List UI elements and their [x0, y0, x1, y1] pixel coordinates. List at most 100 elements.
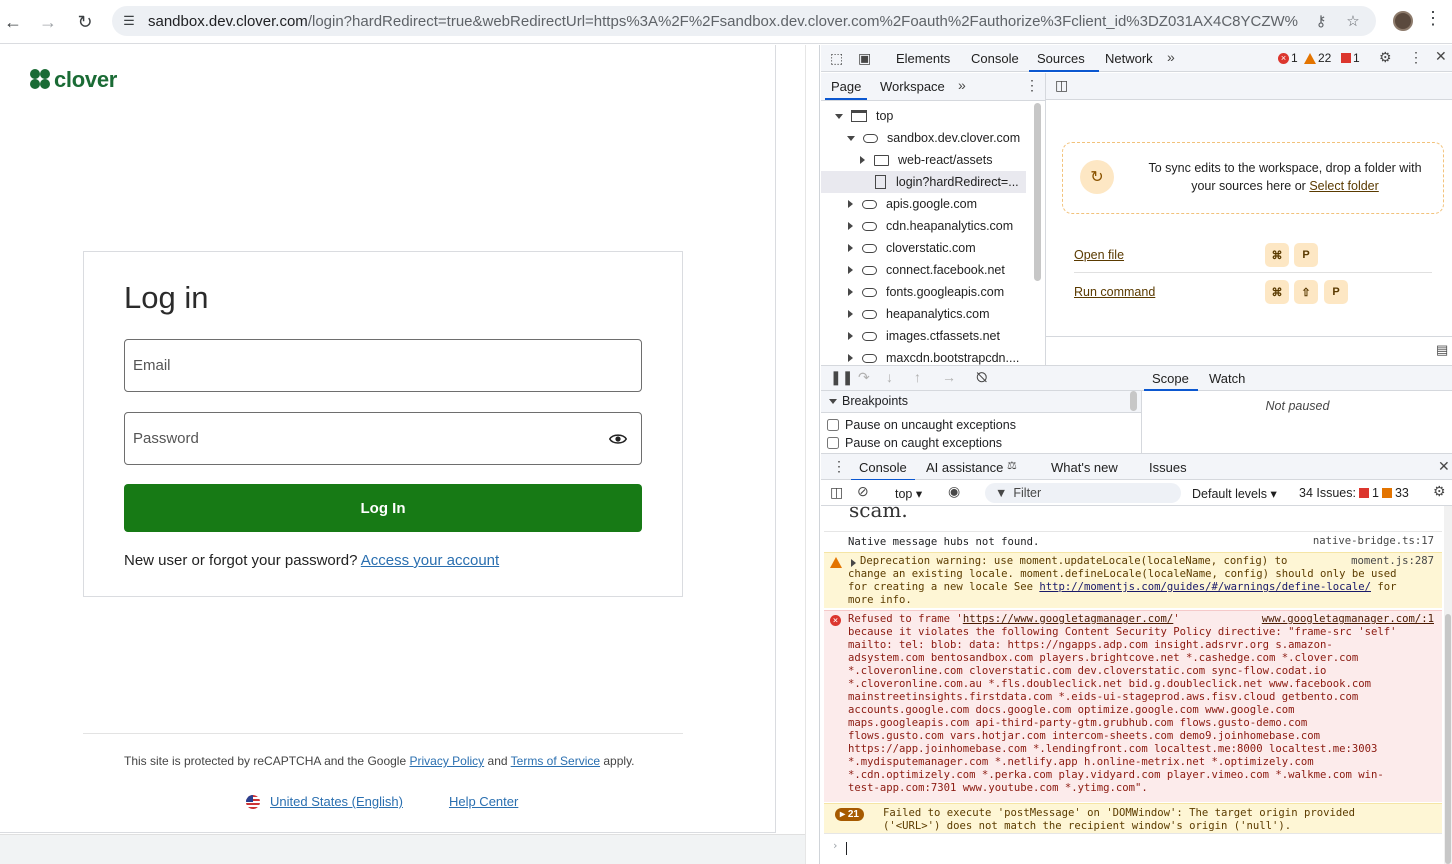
issue-warning-flag-icon — [1381, 488, 1392, 498]
site-settings-icon[interactable]: ☰ — [116, 8, 142, 34]
locale-link[interactable]: United States (English) — [270, 794, 403, 809]
gtm-link[interactable]: https://www.googletagmanager.com/ — [963, 613, 1173, 625]
address-bar[interactable]: ☰ sandbox.dev.clover.com/login?hardRedir… — [112, 6, 1376, 36]
scope-pane: Not paused — [1141, 391, 1452, 453]
issues-badge[interactable]: 1 — [1341, 51, 1360, 65]
tab-scope[interactable]: Scope — [1152, 371, 1189, 386]
drawer-tab-whats-new[interactable]: What's new — [1051, 460, 1118, 475]
context-selector[interactable]: top ▾ — [895, 486, 922, 501]
close-devtools-icon[interactable]: ✕ — [1435, 48, 1447, 65]
console-settings-gear-icon[interactable]: ⚙ — [1433, 483, 1446, 500]
tree-item-host[interactable]: fonts.googleapis.com — [821, 281, 1026, 303]
devtools-menu-icon[interactable]: ⋮ — [1409, 49, 1423, 66]
forward-arrow-icon[interactable]: → — [33, 7, 63, 37]
terms-of-service-link[interactable]: Terms of Service — [511, 754, 600, 768]
drawer-tab-ai-assistance[interactable]: AI assistance — [926, 460, 1003, 475]
login-button[interactable]: Log In — [124, 484, 642, 532]
expand-arrow-icon[interactable] — [851, 559, 856, 567]
console-filter[interactable]: ▼ Filter — [985, 483, 1181, 503]
url-text[interactable]: sandbox.dev.clover.com/login?hardRedirec… — [148, 13, 1298, 30]
drawer-menu-icon[interactable]: ⋮ — [832, 458, 846, 475]
pause-caught-checkbox[interactable] — [827, 437, 839, 449]
more-tabs-chevron-icon[interactable]: » — [1167, 49, 1175, 65]
console-scrollbar-thumb[interactable] — [1445, 614, 1451, 864]
tree-item-host[interactable]: apis.google.com — [821, 193, 1026, 215]
step-into-icon[interactable]: ↓ — [886, 369, 893, 385]
error-text: *.cdn.optimizely.com *.perka.com play.vi… — [848, 769, 1384, 781]
reload-icon[interactable]: ↻ — [70, 7, 100, 37]
log-levels-dropdown[interactable]: Default levels ▾ — [1192, 486, 1277, 501]
back-arrow-icon[interactable]: ← — [0, 7, 28, 37]
tab-sources[interactable]: Sources — [1037, 51, 1085, 66]
privacy-policy-link[interactable]: Privacy Policy — [409, 754, 484, 768]
issues-counter[interactable]: 34 Issues: 1 33 — [1299, 486, 1409, 500]
help-center-link[interactable]: Help Center — [449, 794, 518, 809]
run-command-link[interactable]: Run command — [1074, 285, 1155, 299]
tree-item-folder[interactable]: web-react/assets — [821, 149, 1026, 171]
tree-item-host[interactable]: images.ctfassets.net — [821, 325, 1026, 347]
drawer-tab-console[interactable]: Console — [859, 460, 907, 475]
settings-gear-icon[interactable]: ⚙ — [1379, 49, 1392, 66]
step-out-icon[interactable]: ↑ — [914, 369, 921, 385]
email-input[interactable] — [125, 340, 585, 391]
kebab-menu-icon[interactable]: ⋮ — [1424, 8, 1442, 29]
breakpoints-header[interactable]: Breakpoints — [821, 391, 1141, 413]
pause-uncaught-row: Pause on uncaught exceptions — [827, 416, 1016, 434]
tree-item-file[interactable]: login?hardRedirect=... — [821, 171, 1026, 193]
inspect-element-icon[interactable]: ⬚ — [830, 50, 843, 67]
access-account-link[interactable]: Access your account — [361, 552, 499, 569]
key-icon[interactable]: ⚷ — [1311, 11, 1331, 31]
more-navigator-tabs-icon[interactable]: » — [958, 77, 966, 93]
tab-console[interactable]: Console — [971, 51, 1019, 66]
step-over-icon[interactable]: ↷ — [858, 369, 870, 386]
show-password-eye-icon[interactable] — [609, 430, 627, 448]
tree-item-host[interactable]: connect.facebook.net — [821, 259, 1026, 281]
step-icon[interactable]: → — [942, 369, 956, 385]
warning-text: Failed to execute 'postMessage' on 'DOMW… — [883, 807, 1355, 819]
sync-instructions: To sync edits to the workspace, drop a f… — [1135, 159, 1435, 195]
error-badge[interactable]: × 1 — [1278, 51, 1298, 65]
tree-item-top[interactable]: top — [821, 105, 1026, 127]
clear-console-icon[interactable]: ⊘ — [857, 483, 869, 500]
toggle-drawer-icon[interactable]: ▤ — [1436, 342, 1448, 358]
profile-avatar[interactable] — [1393, 11, 1413, 31]
warning-badge[interactable]: 22 — [1304, 51, 1331, 65]
password-input[interactable] — [125, 413, 585, 464]
tree-item-label: web-react/assets — [898, 153, 993, 167]
expand-arrow-icon — [829, 399, 837, 404]
tree-item-host[interactable]: heapanalytics.com — [821, 303, 1026, 325]
tree-item-host[interactable]: cloverstatic.com — [821, 237, 1026, 259]
breakpoints-scrollbar[interactable] — [1130, 391, 1137, 411]
tree-item-host[interactable]: cdn.heapanalytics.com — [821, 215, 1026, 237]
console-sidebar-icon[interactable]: ◫ — [830, 484, 843, 501]
navigator-menu-icon[interactable]: ⋮ — [1025, 77, 1039, 94]
devtools-splitter[interactable] — [805, 45, 820, 864]
log-source-link[interactable]: native-bridge.ts:17 — [1313, 535, 1434, 547]
navigator-scrollbar[interactable] — [1034, 103, 1041, 281]
open-file-link[interactable]: Open file — [1074, 248, 1124, 262]
repeat-count-badge: ▸ 21 — [835, 808, 864, 821]
tab-workspace[interactable]: Workspace — [880, 79, 945, 94]
live-expression-eye-icon[interactable]: ◉ — [948, 483, 960, 500]
pause-icon[interactable]: ❚❚ — [830, 369, 853, 386]
warning-source-link[interactable]: moment.js:287 — [1351, 555, 1434, 567]
deactivate-breakpoints-icon[interactable]: ⦰ — [976, 369, 987, 386]
tab-elements[interactable]: Elements — [896, 51, 950, 66]
tab-network[interactable]: Network — [1105, 51, 1153, 66]
collapsed-arrow-icon — [848, 332, 853, 340]
error-source-link[interactable]: www.googletagmanager.com/:1 — [1262, 613, 1434, 625]
toggle-navigator-icon[interactable]: ◫ — [1055, 77, 1068, 94]
star-icon[interactable]: ☆ — [1343, 11, 1363, 31]
console-prompt[interactable]: › — [824, 833, 1442, 864]
device-toggle-icon[interactable]: ▣ — [858, 50, 871, 67]
tab-page[interactable]: Page — [831, 79, 861, 94]
select-folder-link[interactable]: Select folder — [1309, 179, 1378, 193]
workspace-drop-zone[interactable]: ↻ To sync edits to the workspace, drop a… — [1062, 142, 1444, 214]
drawer-tab-issues[interactable]: Issues — [1149, 460, 1187, 475]
pause-uncaught-checkbox[interactable] — [827, 419, 839, 431]
moment-warning-link[interactable]: http://momentjs.com/guides/#/warnings/de… — [1039, 581, 1371, 593]
tree-item-host[interactable]: sandbox.dev.clover.com — [821, 127, 1026, 149]
close-drawer-icon[interactable]: ✕ — [1438, 458, 1450, 475]
tree-item-host[interactable]: maxcdn.bootstrapcdn.... — [821, 347, 1026, 365]
tab-watch[interactable]: Watch — [1209, 371, 1245, 386]
